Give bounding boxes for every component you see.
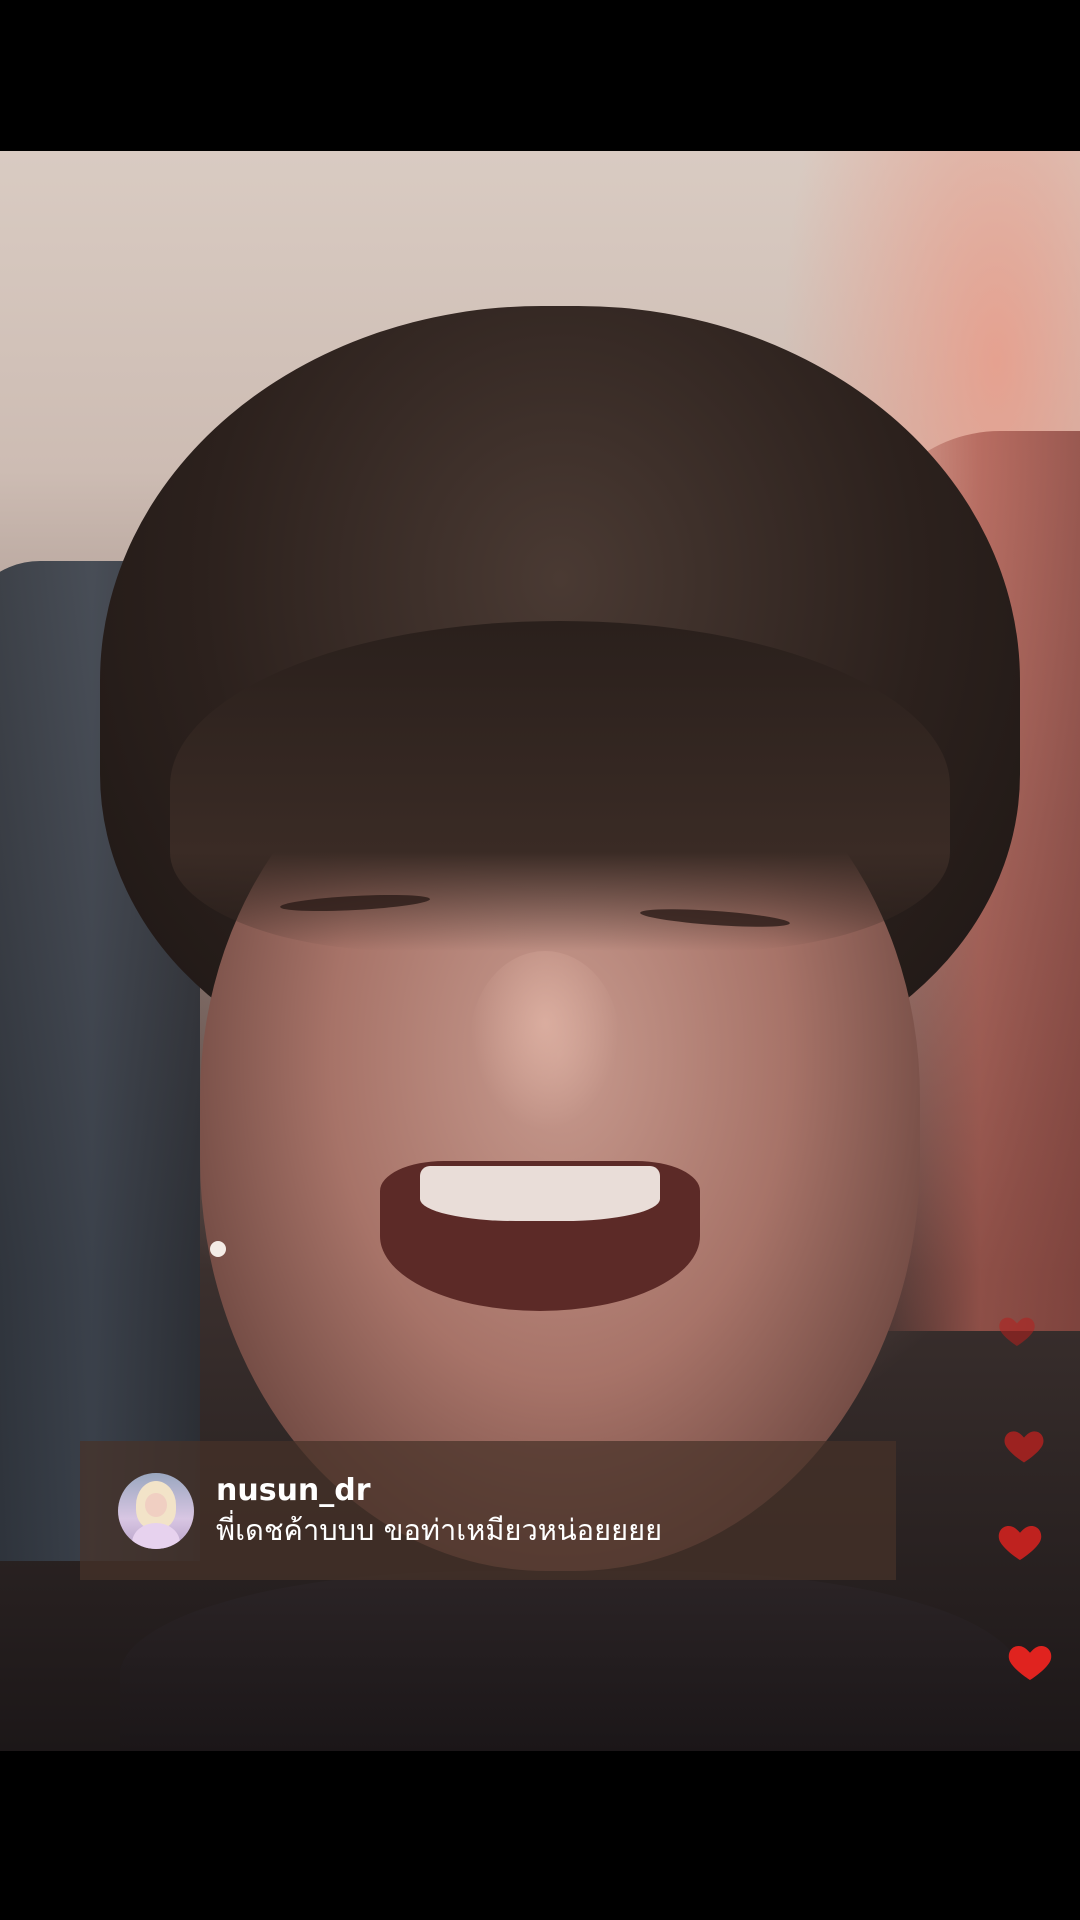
comment-content: nusun_dr พี่เดชค้าบบบ ขอท่าเหมียวหน่อยยย… bbox=[216, 1472, 662, 1550]
heart-icon bbox=[997, 1311, 1037, 1351]
comment-username[interactable]: nusun_dr bbox=[216, 1472, 662, 1510]
letterbox-bottom bbox=[0, 1751, 1080, 1920]
live-stream-screen: nusun_dr พี่เดชค้าบบบ ขอท่าเหมียวหน่อยยย… bbox=[0, 0, 1080, 1920]
comment-message: พี่เดชค้าบบบ ขอท่าเหมียวหน่อยยยย bbox=[216, 1512, 663, 1547]
heart-icon bbox=[1006, 1638, 1054, 1686]
heart-icon bbox=[1002, 1424, 1046, 1468]
avatar[interactable] bbox=[118, 1472, 194, 1549]
live-comment: nusun_dr พี่เดชค้าบบบ ขอท่าเหมียวหน่อยยย… bbox=[80, 1441, 896, 1580]
heart-icon bbox=[996, 1518, 1044, 1566]
letterbox-top bbox=[0, 0, 1080, 151]
